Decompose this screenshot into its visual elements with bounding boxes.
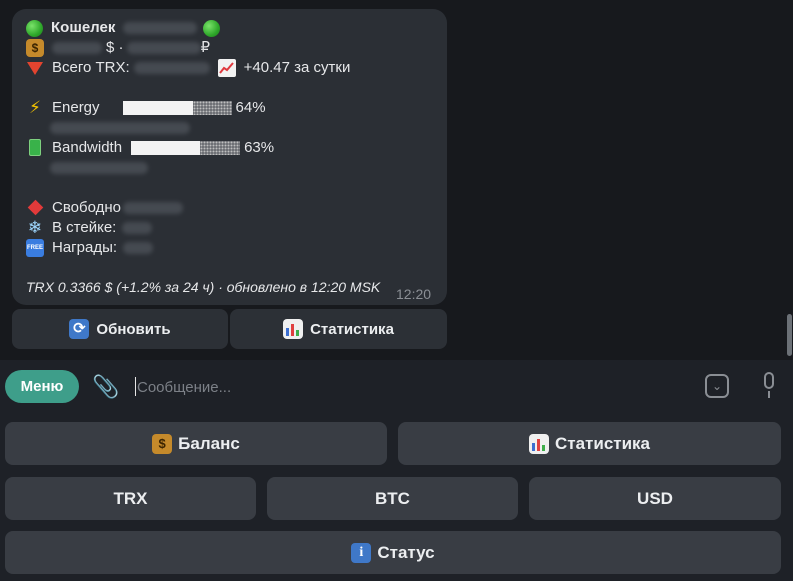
keyboard-statistics-label: Статистика [554, 433, 651, 453]
chat-scrollbar-thumb[interactable] [787, 314, 792, 356]
wallet-line: Кошелек [26, 18, 228, 38]
free-line: Свободно [26, 198, 183, 218]
rewards-value-redacted [123, 242, 154, 254]
microphone-icon[interactable] [760, 372, 778, 400]
keyboard-trx-button[interactable]: TRX [5, 477, 256, 520]
free-badge-icon: FREE [26, 239, 44, 257]
free-value-redacted [122, 202, 183, 214]
total-trx-line: Всего TRX: +40.47 за сутки [26, 58, 350, 78]
energy-percent: 64% [235, 99, 266, 116]
keyboard-usd-button[interactable]: USD [529, 477, 781, 520]
usd-balance-redacted [52, 42, 102, 54]
bandwidth-bar-filled [131, 141, 201, 155]
attach-icon[interactable]: 📎 [92, 374, 119, 400]
keyboard-balance-button[interactable]: $ Баланс [5, 422, 387, 465]
keyboard-balance-label: Баланс [178, 433, 240, 453]
rewards-label: Награды: [52, 239, 118, 256]
wallet-address-redacted [123, 22, 198, 34]
message-bubble: Кошелек $ $ · ₽ Всего TRX: +40.47 за сут… [12, 9, 447, 305]
bandwidth-progress-bar [131, 141, 241, 155]
rub-sign: ₽ [200, 39, 211, 56]
energy-progress-bar [122, 101, 232, 115]
rewards-line: FREE Награды: [26, 238, 154, 258]
total-trx-label: Всего TRX: [52, 59, 130, 76]
red-triangle-icon [26, 59, 44, 77]
usd-sign: $ · [106, 39, 124, 56]
sticker-icon[interactable]: ⌄ [705, 374, 729, 398]
red-diamond-icon [26, 199, 44, 217]
staked-value-redacted [122, 222, 153, 234]
staked-line: ❄ В стейке: [26, 218, 153, 238]
message-time: 12:20 [396, 286, 432, 302]
daily-change: +40.47 за сутки [243, 59, 351, 76]
text-caret [135, 377, 136, 396]
message-input[interactable] [137, 375, 677, 399]
bandwidth-detail-line [50, 158, 148, 178]
energy-bar-empty [192, 101, 232, 115]
refresh-button-label: Обновить [96, 320, 171, 338]
bandwidth-line: Bandwidth 63% [26, 138, 274, 158]
bandwidth-bar-empty [200, 141, 241, 155]
price-footer: TRX 0.3366 $ (+1.2% за 24 ч) · обновлено… [26, 279, 381, 295]
keyboard-status-button[interactable]: i Статус [5, 531, 781, 574]
bar-chart-icon [283, 319, 304, 339]
money-bag-icon: $ [152, 433, 173, 454]
bar-chart-icon [528, 433, 549, 454]
green-circle-icon [26, 19, 43, 37]
energy-detail-redacted [50, 122, 190, 134]
statistics-inline-button[interactable]: Статистика [230, 309, 447, 349]
keyboard-statistics-button[interactable]: Статистика [398, 422, 781, 465]
energy-label: Energy [52, 99, 100, 116]
keyboard-status-label: Статус [377, 542, 435, 562]
staked-label: В стейке: [52, 219, 117, 236]
refresh-icon: ⟳ [69, 319, 90, 339]
battery-icon [26, 139, 44, 157]
menu-button[interactable]: Меню [5, 370, 79, 403]
green-circle-icon [203, 19, 221, 37]
keyboard-btc-button[interactable]: BTC [267, 477, 518, 520]
balance-line: $ $ · ₽ [26, 38, 210, 58]
chat-area: Кошелек $ $ · ₽ Всего TRX: +40.47 за сут… [0, 0, 793, 360]
energy-detail-line [50, 118, 190, 138]
energy-bar-filled [122, 101, 193, 115]
statistics-inline-label: Статистика [310, 320, 394, 338]
bandwidth-label: Bandwidth [52, 139, 123, 156]
rub-balance-redacted [126, 42, 201, 54]
chat-scrollbar-track[interactable] [786, 0, 793, 360]
refresh-button[interactable]: ⟳ Обновить [12, 309, 228, 349]
lightning-icon: ⚡ [29, 98, 41, 117]
total-trx-redacted [133, 62, 210, 74]
snowflake-icon: ❄ [27, 218, 43, 237]
chart-increasing-icon [217, 59, 236, 77]
bandwidth-percent: 63% [244, 139, 275, 156]
info-icon: i [351, 542, 372, 563]
wallet-label: Кошелек [51, 19, 116, 36]
bandwidth-detail-redacted [50, 162, 148, 174]
free-label: Свободно [52, 199, 121, 216]
energy-line: ⚡ Energy 64% [26, 98, 266, 118]
money-bag-icon: $ [26, 39, 44, 57]
